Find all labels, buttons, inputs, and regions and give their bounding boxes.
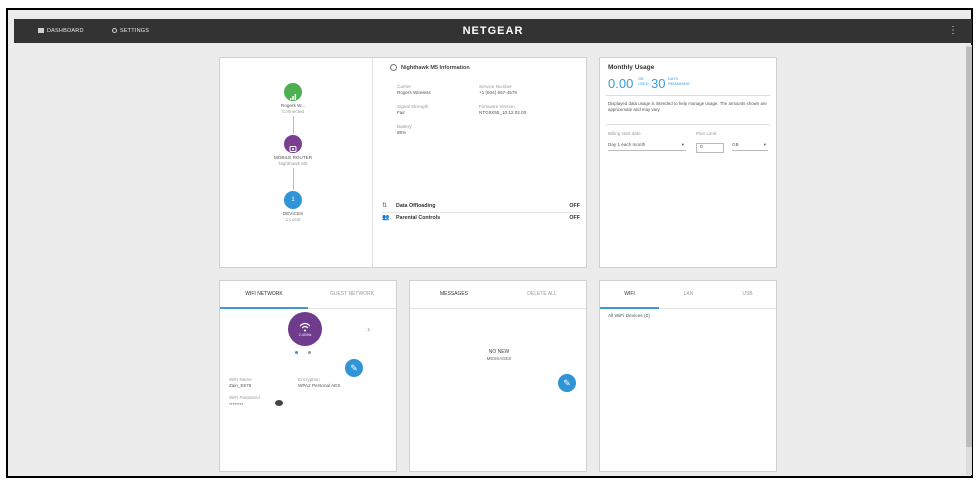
edit-button[interactable]: ✎ [345,359,363,377]
service-value: +1 (604) 657-4576 [479,90,517,95]
firmware-value: NTG9X55_10.12.02.00 [479,110,527,115]
monthly-usage-card: Monthly Usage 0.00 GB USED 30 DAYS REMAI… [599,57,777,268]
wifi-band-badge[interactable]: 2.4GHz [288,312,322,346]
info-header: Nighthawk M5 Information [390,64,580,74]
tab-usb[interactable]: USB [718,281,777,308]
messages-tabbar: MESSAGES DELETE ALL [410,281,586,309]
top-bar: DASHBOARD SETTINGS NETGEAR ⋮ [14,19,972,43]
devices-card: WIFI LAN USB All WiFi Devices (0) [599,280,777,472]
plan-limit-input[interactable]: 0 [696,143,724,153]
delete-all-button[interactable]: DELETE ALL [498,281,586,308]
signal-value: Fair [397,110,405,115]
pencil-icon: ✎ [563,378,571,388]
devices-sub: 1 Local [285,217,301,222]
chevron-right-icon[interactable]: › [367,324,370,334]
days-unit: DAYS REMAINING [668,77,690,86]
billing-value: Day 1 each month [608,142,646,147]
eye-icon[interactable] [275,400,283,406]
messages-card: MESSAGES DELETE ALL NO NEW MESSAGES ✎ [409,280,587,472]
active-tab-indicator [220,307,308,309]
encryption-label: Encryption [298,377,320,382]
active-tab-indicator [600,307,659,309]
service-label: Service Number [479,84,512,89]
brand-logo: NETGEAR [462,25,524,37]
carousel-dot-active[interactable] [295,351,298,354]
used-value: 0.00 [608,76,634,91]
overflow-menu-icon[interactable]: ⋮ [948,19,958,43]
devices-label: DEVICES [282,211,304,216]
connector-line [293,168,294,190]
tab-guest-network[interactable]: GUEST NETWORK [308,281,396,308]
offloading-icon: ⇅ [382,203,388,209]
wifi-name-label: WiFi Name [229,377,252,382]
tab-lan[interactable]: LAN [659,281,718,308]
billing-label: Billing start date [608,131,641,136]
signal-label: Signal Strength [397,104,429,109]
tab-messages[interactable]: MESSAGES [410,281,498,308]
wifi-name-value: Zain_E578 [229,383,252,388]
band-label: 2.4GHz [298,333,312,337]
chevron-down-icon: ▾ [681,142,684,147]
days-unit-bottom: REMAINING [668,81,690,86]
offloading-status: OFF [569,203,580,209]
carrier-status: Connected [281,109,305,114]
devices-tabbar: WIFI LAN USB [600,281,776,309]
battery-value: 86% [397,130,407,135]
password-label: WiFi Password [229,395,260,400]
used-unit: GB USED [638,77,649,86]
encryption-value: WPA2 Personal AES [298,383,341,388]
wifi-tabbar: WIFI NETWORK GUEST NETWORK [220,281,396,309]
pencil-icon: ✎ [350,363,358,373]
scrollbar[interactable] [966,45,972,475]
divider [606,124,770,125]
usage-note: Displayed data usage is intended to help… [608,101,767,112]
password-value: ******** [229,402,244,407]
wifi-icon [299,319,311,332]
all-devices-label: All WiFi Devices (0) [608,314,650,319]
wifi-network-card: WIFI NETWORK GUEST NETWORK 2.4GHz › ✎ Wi… [219,280,397,472]
parental-controls-row[interactable]: 👥 Parental Controls OFF [382,214,580,224]
scrollbar-thumb[interactable] [966,47,972,447]
signal-icon [289,88,297,100]
plan-unit-value: GB [732,142,739,147]
carousel-dot[interactable] [308,351,311,354]
tab-wifi-network[interactable]: WIFI NETWORK [220,281,308,308]
no-messages-line2: MESSAGES [486,356,512,361]
plan-unit-select[interactable]: GB ▾ [732,139,768,151]
days-value: 30 [651,76,666,91]
router-node[interactable] [284,135,302,153]
offloading-label: Data Offloading [396,203,436,209]
no-messages-line1: NO NEW [488,349,510,355]
router-icon [289,140,297,152]
plan-label: Plan Limit [696,131,717,136]
info-icon [390,64,397,71]
device-flow: Rogers W... Connected MOBILE ROUTER Nigh… [220,58,373,267]
devices-node[interactable]: 1 [284,191,302,209]
info-title: Nighthawk M5 Information [401,65,470,71]
carrier-node[interactable] [284,83,302,101]
battery-label: Battery [397,124,412,129]
firmware-label: Firmware Version [479,104,515,109]
parental-label: Parental Controls [396,215,441,221]
compose-button[interactable]: ✎ [558,374,576,392]
carrier-value: Rogers Wireless [397,90,431,95]
status-card: Rogers W... Connected MOBILE ROUTER Nigh… [219,57,587,268]
connector-line [293,116,294,134]
used-unit-bottom: USED [638,81,649,86]
divider [606,95,770,96]
tab-wifi[interactable]: WIFI [600,281,659,308]
carrier-name: Rogers W... [281,103,305,108]
router-name: MOBILE ROUTER [273,155,313,160]
people-icon: 👥 [382,215,390,221]
usage-title: Monthly Usage [608,64,655,71]
data-offloading-row[interactable]: ⇅ Data Offloading OFF [382,202,580,213]
carrier-label: Carrier [397,84,412,89]
parental-status: OFF [569,215,580,221]
router-model: Nighthawk M5 [278,161,308,166]
billing-select[interactable]: Day 1 each month ▾ [608,139,686,151]
chevron-down-icon: ▾ [763,142,766,147]
